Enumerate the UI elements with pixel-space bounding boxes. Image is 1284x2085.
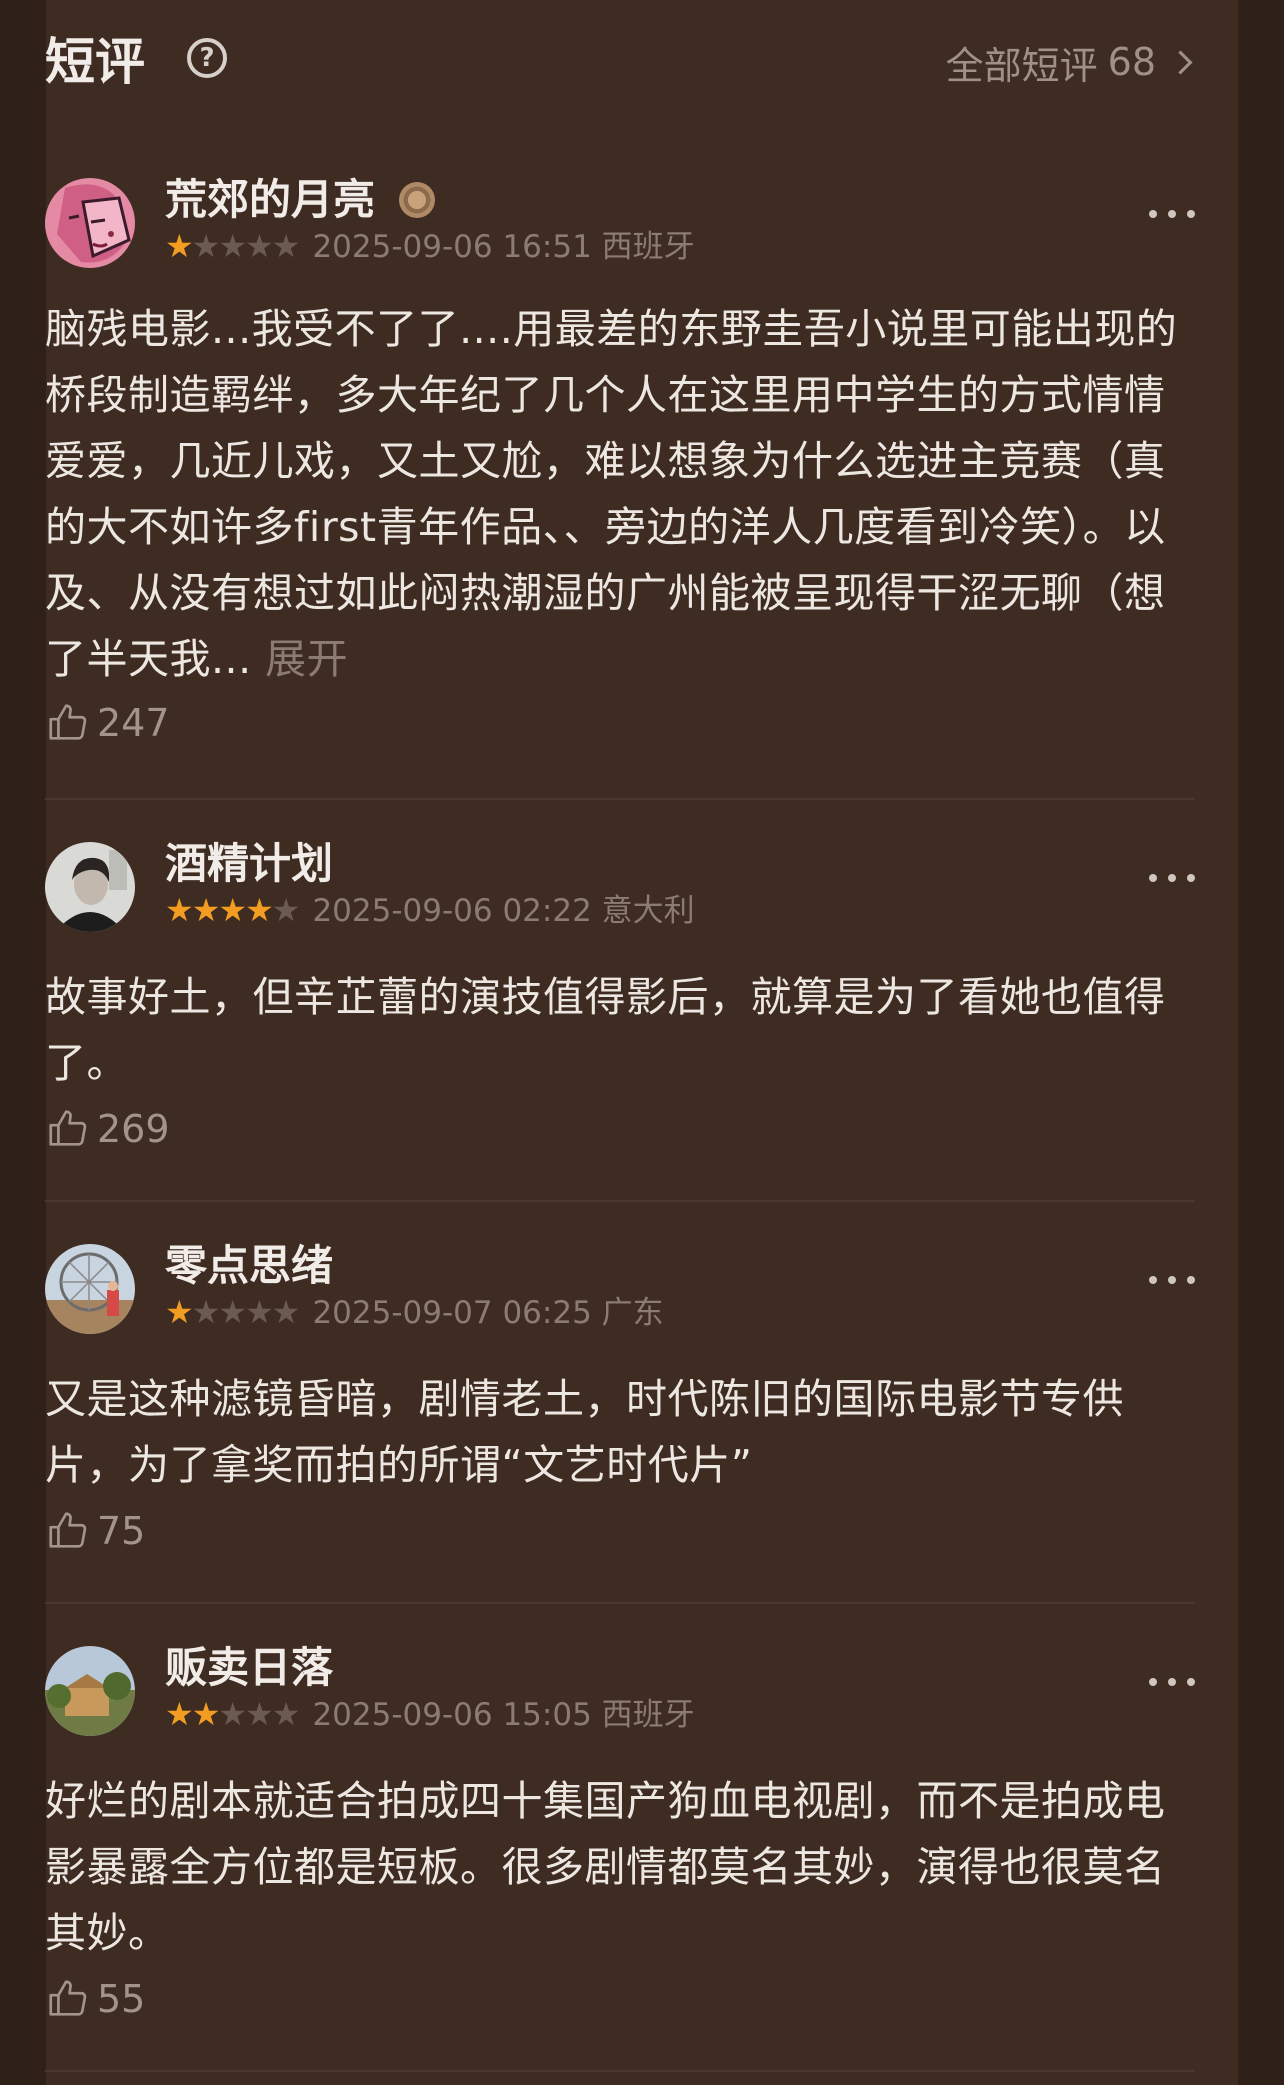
medal-badge-icon <box>399 182 436 218</box>
divider <box>45 2070 1195 2072</box>
star-empty-icon: ★★★ <box>218 1695 300 1733</box>
like-button[interactable]: 55 <box>45 1976 145 2022</box>
review-location: 西班牙 <box>601 229 695 265</box>
star-empty-icon: ★★★★ <box>191 227 301 265</box>
avatar[interactable] <box>45 178 135 268</box>
review-text: 好烂的剧本就适合拍成四十集国产狗血电视剧，而不是拍成电影暴露全方位都是短板。很多… <box>45 1777 1166 1957</box>
star-filled-icon: ★★ <box>165 1695 220 1733</box>
question-circle-icon[interactable]: ? <box>187 38 227 78</box>
review-meta: ★★★★★ 2025-09-06 15:05 西班牙 <box>165 1694 695 1735</box>
thumbs-up-icon <box>49 704 87 740</box>
star-empty-icon: ★ <box>271 891 301 929</box>
chevron-right-icon <box>1168 49 1193 75</box>
review-datetime: 2025-09-07 06:25 <box>312 1295 592 1331</box>
star-filled-icon: ★ <box>165 1293 194 1331</box>
review-location: 西班牙 <box>601 1697 695 1733</box>
review-text-content: 脑残电影...我受不了了....用最差的东野圭吾小说里可能出现的桥段制造羁绊，多… <box>45 305 1178 683</box>
review-datetime: 2025-09-06 16:51 <box>312 229 592 265</box>
expand-link[interactable]: 展开 <box>265 635 348 683</box>
more-options-icon[interactable] <box>1149 208 1195 220</box>
rating-stars: ★★★★★ <box>165 226 301 266</box>
review-location: 广东 <box>601 1295 664 1331</box>
username[interactable]: 荒郊的月亮 <box>165 172 436 228</box>
star-filled-icon: ★★★★ <box>165 891 274 929</box>
review-meta: ★★★★★ 2025-09-06 16:51 西班牙 <box>165 226 695 267</box>
all-reviews-count: 68 <box>1107 40 1156 84</box>
all-reviews-link[interactable]: 全部短评 68 <box>946 30 1195 94</box>
review-meta: ★★★★★ 2025-09-06 02:22 意大利 <box>165 890 695 931</box>
avatar[interactable] <box>45 842 135 932</box>
like-count: 247 <box>97 701 170 745</box>
star-empty-icon: ★★★★ <box>191 1293 301 1331</box>
avatar[interactable] <box>45 1244 135 1334</box>
star-filled-icon: ★ <box>165 227 194 265</box>
review-text: 故事好土，但辛芷蕾的演技值得影后，就算是为了看她也值得了。 <box>45 973 1166 1087</box>
divider <box>45 798 1195 800</box>
more-options-icon[interactable] <box>1149 872 1195 884</box>
like-button[interactable]: 269 <box>45 1106 170 1152</box>
divider <box>45 1200 1195 1202</box>
review-text: 又是这种滤镜昏暗，剧情老土，时代陈旧的国际电影节专供片，为了拿奖而拍的所谓“文艺… <box>45 1375 1124 1489</box>
review-datetime: 2025-09-06 02:22 <box>312 893 592 929</box>
like-count: 55 <box>97 1977 146 2021</box>
more-options-icon[interactable] <box>1149 1676 1195 1688</box>
thumbs-up-icon <box>49 1980 87 2016</box>
rating-stars: ★★★★★ <box>165 1292 301 1332</box>
review-datetime: 2025-09-06 15:05 <box>312 1697 592 1733</box>
rating-stars: ★★★★★ <box>165 1694 300 1734</box>
all-reviews-label: 全部短评 <box>945 43 1098 88</box>
review-location: 意大利 <box>601 893 695 929</box>
username[interactable]: 贩卖日落 <box>165 1640 333 1696</box>
username[interactable]: 零点思绪 <box>165 1238 333 1294</box>
like-count: 75 <box>97 1509 146 1553</box>
like-count: 269 <box>97 1107 170 1151</box>
review-text: 脑残电影...我受不了了....用最差的东野圭吾小说里可能出现的桥段制造羁绊，多… <box>45 296 1195 692</box>
like-button[interactable]: 75 <box>45 1508 145 1554</box>
thumbs-up-icon <box>49 1512 87 1548</box>
avatar[interactable] <box>45 1646 135 1736</box>
username-text: 荒郊的月亮 <box>165 175 376 224</box>
review-meta: ★★★★★ 2025-09-07 06:25 广东 <box>165 1292 664 1333</box>
section-header: 短评 ? 全部短评 68 <box>45 30 1195 94</box>
username[interactable]: 酒精计划 <box>165 836 333 892</box>
thumbs-up-icon <box>49 1110 87 1146</box>
like-button[interactable]: 247 <box>45 700 170 746</box>
more-options-icon[interactable] <box>1149 1274 1195 1286</box>
section-title: 短评 <box>45 33 145 91</box>
divider <box>45 1602 1195 1604</box>
rating-stars: ★★★★★ <box>165 890 301 930</box>
